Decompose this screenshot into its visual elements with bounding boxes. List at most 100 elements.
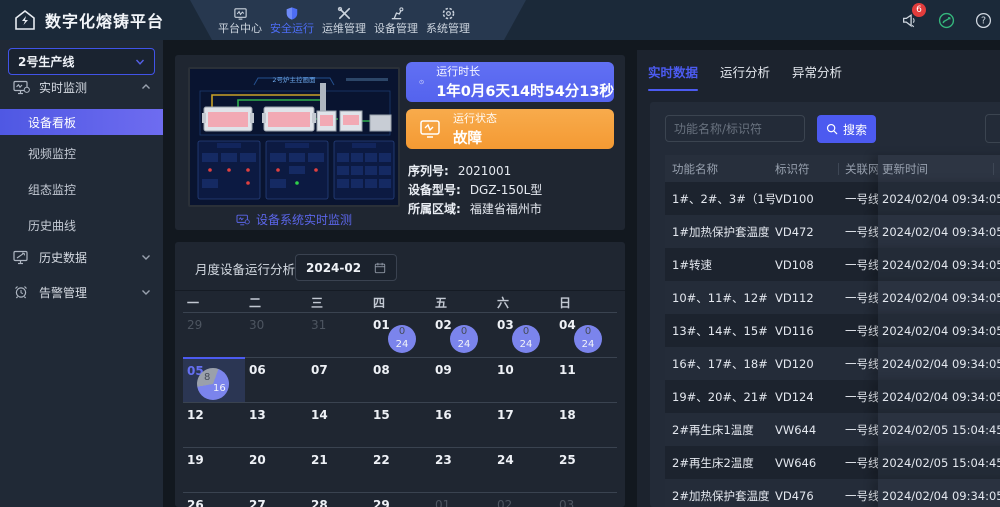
help-icon[interactable]: ? [974,11,992,29]
stop-hours-value: 0 [461,327,467,337]
sidebar-item-label: 视频监控 [28,145,76,162]
secondary-input-partial[interactable] [985,114,1000,143]
sidebar-group-label: 告警管理 [39,284,87,301]
sidebar-group-history-data[interactable]: 历史数据 [0,244,163,270]
calendar-day-cell[interactable]: 25 [555,447,617,492]
calendar-day-cell[interactable]: 23 [431,447,493,492]
calendar-day-cell[interactable]: 18 [555,402,617,447]
calendar-day-cell[interactable]: 17 [493,402,555,447]
chevron-down-icon [141,287,151,297]
search-input[interactable] [665,115,805,142]
calendar-day-number: 01 [373,318,390,332]
robot-arm-icon [389,6,404,21]
calendar-day-cell[interactable]: 29 [369,492,431,507]
app-root: 数字化熔铸平台 平台中心 安全运行 运维管理 [0,0,1000,507]
calendar-day-cell[interactable]: 03024 [493,312,555,357]
nav-item-device-management[interactable]: 设备管理 [370,0,422,40]
monthly-analysis-panel: 月度设备运行分析 2024-02 一二三四五六日 293031010240202… [175,242,625,507]
announcement-icon[interactable]: 6 [900,11,918,29]
table-row[interactable]: 13#、14#、15#（5...VD116一号线2024/02/04 09:34… [665,314,1000,347]
weekday-label: 一 [183,294,245,312]
scada-preview-image[interactable]: 2号炉主控画面 [188,67,400,207]
table-row[interactable]: 2#再生床1温度VW644一号线2024/02/05 15:04:45 [665,413,1000,446]
nav-item-platform-center[interactable]: 平台中心 [214,0,266,40]
nav-item-ops-management[interactable]: 运维管理 [318,0,370,40]
tab-realtime-data[interactable]: 实时数据 [648,62,698,91]
calendar-day-cell[interactable]: 05816 [183,357,245,402]
calendar-day-cell[interactable]: 13 [245,402,307,447]
calendar-day-cell[interactable]: 16 [431,402,493,447]
calendar-day-number: 27 [249,498,266,507]
serial-number-row: 序列号: 2021001 [408,163,511,178]
calendar-day-cell[interactable]: 30 [245,312,307,357]
divider [175,290,625,291]
calendar-day-cell[interactable]: 27 [245,492,307,507]
calendar-day-cell[interactable]: 11 [555,357,617,402]
device-realtime-monitor-link[interactable]: 设备系统实时监测 [188,211,400,228]
sidebar: 2号生产线 实时监测 设备看板 视频监控 组态监控 历史曲线 [0,40,163,507]
calendar-day-cell[interactable]: 29 [183,312,245,357]
table-row[interactable]: 10#、11#、12#（4...VD112一号线2024/02/04 09:34… [665,281,1000,314]
calendar-day-cell[interactable]: 02 [493,492,555,507]
table-row[interactable]: 19#、20#、21#（7...VD124一号线2024/02/04 09:34… [665,380,1000,413]
month-picker[interactable]: 2024-02 [295,254,397,281]
sidebar-item-device-board[interactable]: 设备看板 [0,109,163,135]
cell-updated-time: 2024/02/04 09:34:05 [878,314,1000,347]
calendar-day-cell[interactable]: 08 [369,357,431,402]
table-row[interactable]: 1#、2#、3#（1号...VD100一号线2024/02/04 09:34:0… [665,182,1000,215]
table-row[interactable]: 2#加热保护套温度VD476一号线2024/02/04 09:34:05 [665,479,1000,507]
status-monitor-icon [419,119,441,139]
device-model-row: 设备型号: DGZ-150L型 [408,182,542,197]
connection-status-icon[interactable] [937,11,955,29]
search-button[interactable]: 搜索 [817,115,876,143]
cell-function-name: 2#再生床1温度 [665,422,775,438]
calendar-day-cell[interactable]: 03 [555,492,617,507]
tab-run-analysis[interactable]: 运行分析 [720,62,770,91]
calendar-day-cell[interactable]: 20 [245,447,307,492]
calendar-day-cell[interactable]: 15 [369,402,431,447]
calendar-day-cell[interactable]: 21 [307,447,369,492]
calendar-day-cell[interactable]: 04024 [555,312,617,357]
sidebar-item-scada-monitor[interactable]: 组态监控 [0,174,163,204]
cell-function-name: 1#加热保护套温度 [665,224,775,240]
app-title: 数字化熔铸平台 [45,8,164,32]
tab-anomaly-analysis[interactable]: 异常分析 [792,62,842,91]
cell-gateway: 一号线 [845,191,878,207]
calendar-day-number: 13 [249,408,266,422]
calendar-day-cell[interactable]: 22 [369,447,431,492]
calendar-day-cell[interactable]: 26 [183,492,245,507]
nav-item-system-management[interactable]: 系统管理 [422,0,474,40]
sidebar-group-realtime-monitor[interactable]: 实时监测 [0,74,163,100]
table-row[interactable]: 1#加热保护套温度VD472一号线2024/02/04 09:34:05 [665,215,1000,248]
calendar-day-number: 03 [497,318,514,332]
calendar-day-cell[interactable]: 24 [493,447,555,492]
calendar-day-cell[interactable]: 10 [493,357,555,402]
sidebar-item-history-curve[interactable]: 历史曲线 [0,210,163,240]
app-logo: 数字化熔铸平台 [14,0,164,40]
calendar-day-cell[interactable]: 02024 [431,312,493,357]
calendar-day-number: 02 [497,498,512,507]
table-row[interactable]: 1#转速VD108一号线2024/02/04 09:34:05 [665,248,1000,281]
sidebar-item-video-monitor[interactable]: 视频监控 [0,138,163,168]
calendar-day-cell[interactable]: 28 [307,492,369,507]
status-value: 故障 [453,127,497,148]
calendar-day-cell[interactable]: 14 [307,402,369,447]
calendar-day-cell[interactable]: 01 [431,492,493,507]
cell-updated-time: 2024/02/04 09:34:05 [878,248,1000,281]
calendar-day-number: 23 [435,453,452,467]
nav-item-safe-operation[interactable]: 安全运行 [266,0,318,40]
run-hours-pie: 024 [450,325,478,353]
production-line-select[interactable]: 2号生产线 [8,48,155,75]
table-row[interactable]: 2#再生床2温度VW646一号线2024/02/05 15:04:45 [665,446,1000,479]
notification-badge: 6 [912,3,926,17]
calendar-day-cell[interactable]: 19 [183,447,245,492]
calendar-day-cell[interactable]: 12 [183,402,245,447]
table-row[interactable]: 16#、17#、18#（6...VD120一号线2024/02/04 09:34… [665,347,1000,380]
calendar-day-cell[interactable]: 06 [245,357,307,402]
cell-identifier: VD124 [775,390,845,404]
calendar-day-cell[interactable]: 01024 [369,312,431,357]
sidebar-group-alarm-management[interactable]: 告警管理 [0,279,163,305]
calendar-day-cell[interactable]: 07 [307,357,369,402]
calendar-day-cell[interactable]: 31 [307,312,369,357]
calendar-day-cell[interactable]: 09 [431,357,493,402]
